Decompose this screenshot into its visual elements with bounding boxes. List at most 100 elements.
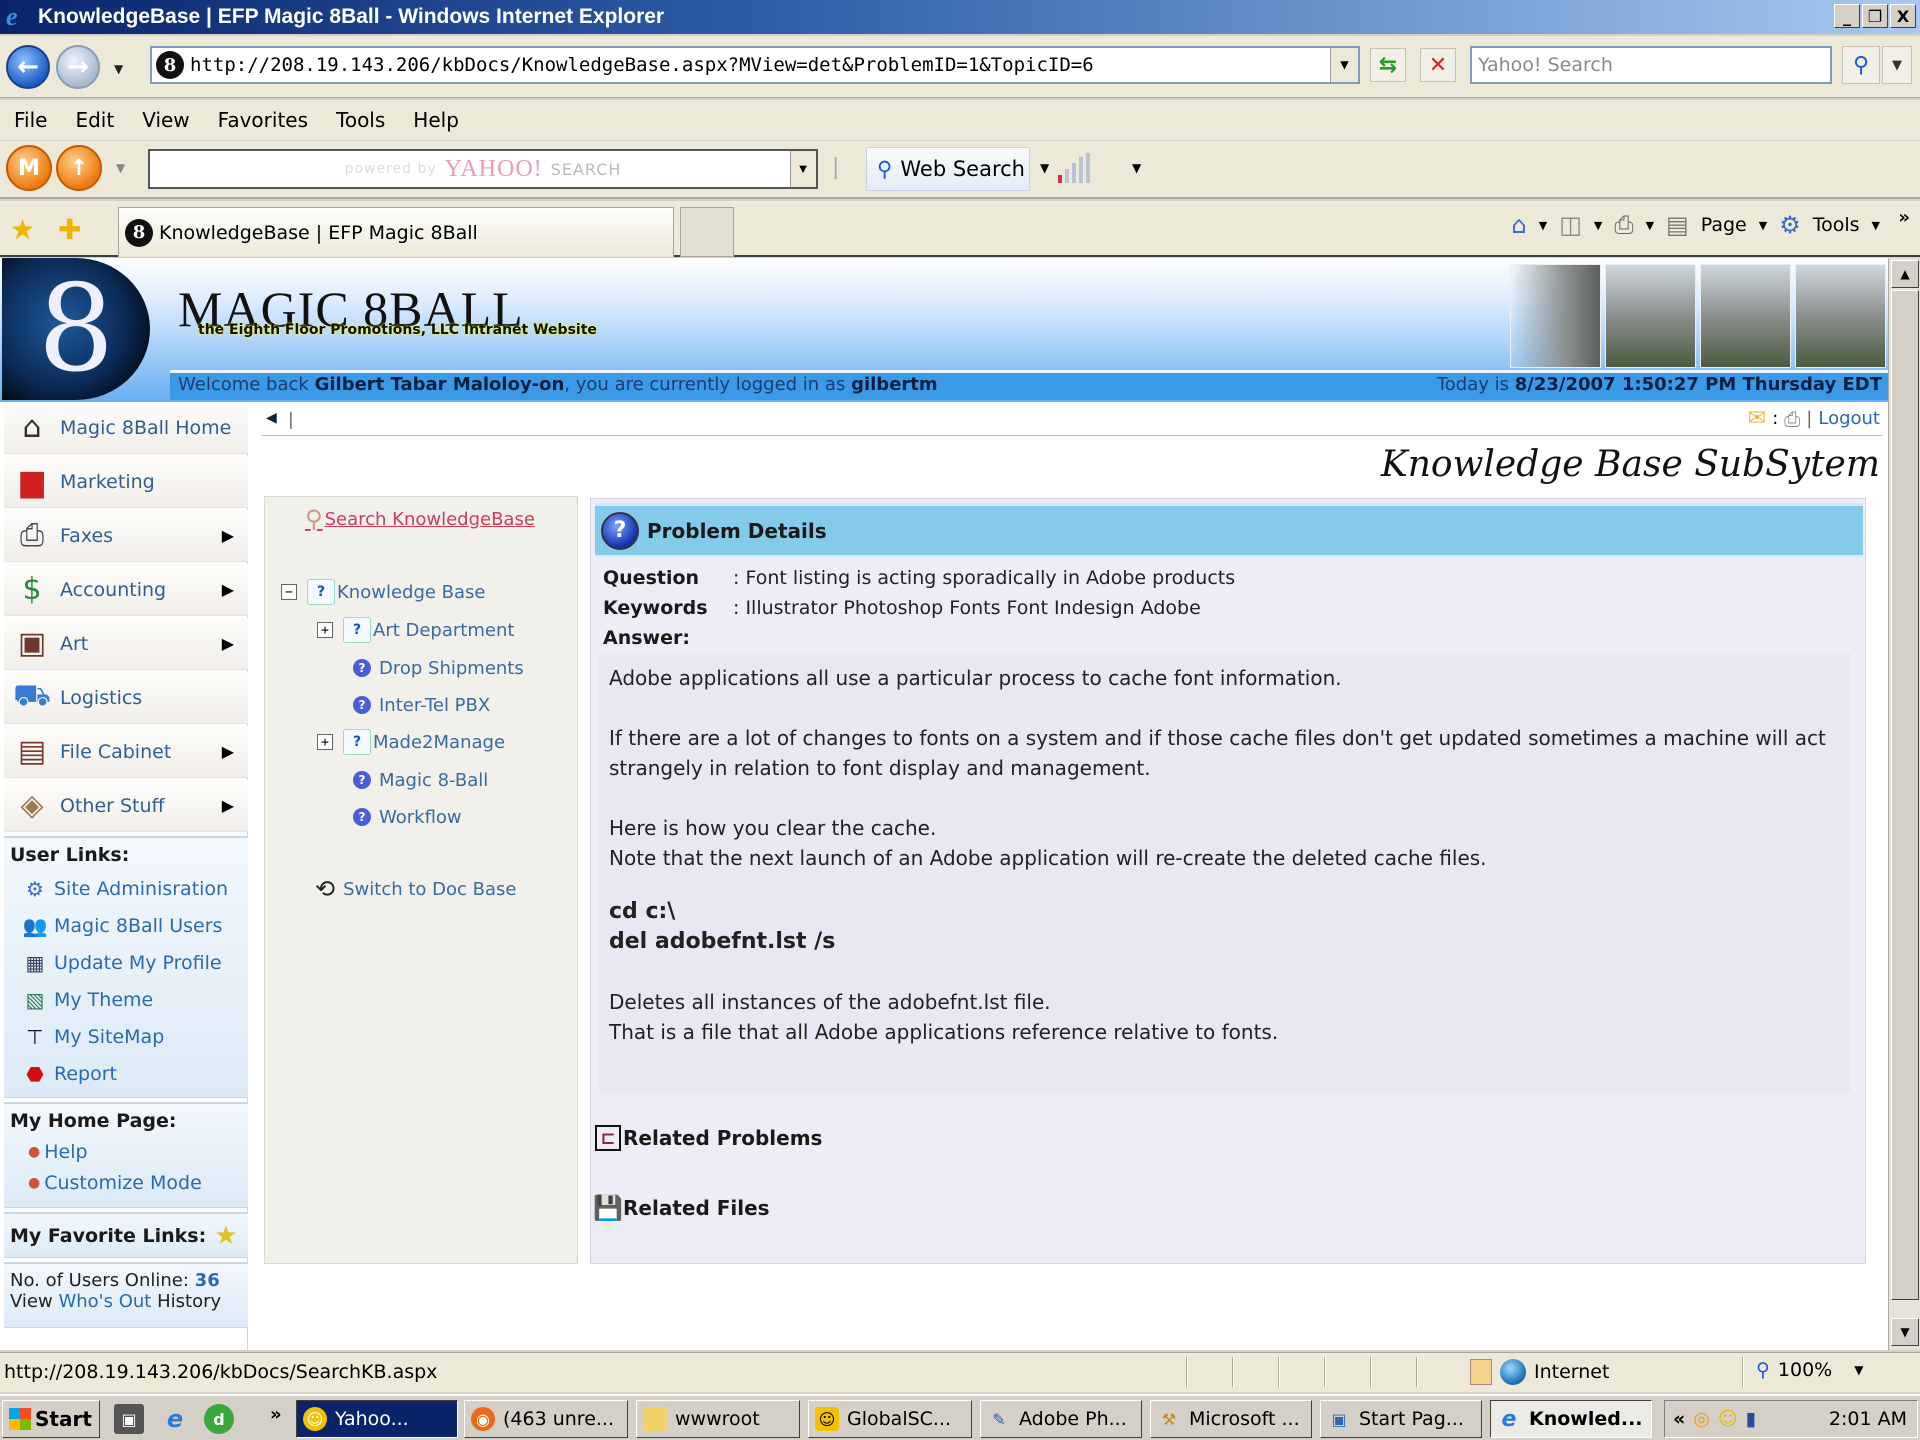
collapse-sidebar-icon[interactable]: ◀	[266, 410, 277, 426]
link-customize-mode[interactable]: ● Customize Mode	[10, 1167, 242, 1198]
link-magic-8ball-users[interactable]: 👥 Magic 8Ball Users	[10, 907, 242, 944]
refresh-button[interactable]: ⇆	[1370, 48, 1406, 82]
taskbar-item-adobe-photoshop[interactable]: ✎ Adobe Ph...	[980, 1400, 1142, 1438]
related-problems-section[interactable]: ⊏ Related Problems	[595, 1125, 822, 1151]
scroll-down-button[interactable]: ▼	[1891, 1318, 1919, 1346]
menu-view[interactable]: View	[140, 108, 191, 132]
signal-dropdown-icon[interactable]: ▼	[1132, 161, 1141, 175]
link-update-my-profile[interactable]: ▦ Update My Profile	[10, 944, 242, 981]
link-report[interactable]: ⬣ Report	[10, 1055, 242, 1092]
menu-tools[interactable]: Tools	[334, 108, 387, 132]
magic-8ball-logo[interactable]: 8	[2, 258, 150, 400]
signal-bars-icon[interactable]	[1058, 153, 1090, 183]
link-help[interactable]: ● Help	[10, 1136, 242, 1167]
system-clock[interactable]: 2:01 AM	[1829, 1408, 1907, 1430]
feed-dropdown-icon[interactable]: ▼	[1594, 219, 1602, 232]
tree-node-magic-8-ball[interactable]: ? Magic 8-Ball	[353, 765, 488, 795]
yahoo-search-input[interactable]: Yahoo! Search	[1470, 46, 1832, 84]
quicklaunch-more-icon[interactable]: »	[270, 1404, 282, 1425]
yahoo-toolbar-search-input[interactable]: powered by YAHOO! SEARCH ▼	[148, 149, 818, 189]
minimize-button[interactable]: _	[1834, 4, 1860, 28]
sidebar-item-logistics[interactable]: ⛟ Logistics	[4, 672, 248, 724]
sidebar-item-home[interactable]: ⌂ Magic 8Ball Home	[4, 402, 248, 454]
related-files-section[interactable]: 💾 Related Files	[593, 1194, 770, 1222]
link-my-sitemap[interactable]: ⊤ My SiteMap	[10, 1018, 242, 1055]
sidebar-item-faxes[interactable]: ⎙ Faxes ▶	[4, 510, 248, 562]
taskbar-item-microsoft[interactable]: ⚒ Microsoft ...	[1150, 1400, 1312, 1438]
web-search-button[interactable]: ⚲ Web Search	[866, 147, 1030, 191]
taskbar-item-yahoo[interactable]: ☺ Yahoo...	[296, 1400, 458, 1438]
printer-icon[interactable]: ⎙	[1784, 407, 1800, 431]
tree-node-inter-tel-pbx[interactable]: ? Inter-Tel PBX	[353, 690, 490, 720]
web-search-dropdown-icon[interactable]: ▼	[1040, 161, 1049, 175]
quicklaunch-desktop-icon[interactable]: ▣	[114, 1404, 144, 1434]
tray-messenger-icon[interactable]: ☺	[1718, 1408, 1738, 1430]
start-button[interactable]: Start	[2, 1400, 100, 1438]
switch-to-doc-base-link[interactable]: ⟲ Switch to Doc Base	[315, 875, 516, 903]
tree-node-drop-shipments[interactable]: ? Drop Shipments	[353, 653, 524, 683]
yahoo-search-dropdown-icon[interactable]: ▼	[790, 151, 816, 187]
tree-node-workflow[interactable]: ? Workflow	[353, 802, 462, 832]
taskbar-item-start-page[interactable]: ▣ Start Pag...	[1320, 1400, 1482, 1438]
sidebar-item-marketing[interactable]: ▆ Marketing	[4, 456, 248, 508]
sidebar-item-art[interactable]: ▣ Art ▶	[4, 618, 248, 670]
tray-expand-icon[interactable]: «	[1673, 1408, 1685, 1430]
menu-file[interactable]: File	[12, 108, 49, 132]
yahoo-menu-dropdown-icon[interactable]: ▼	[116, 161, 125, 175]
home-dropdown-icon[interactable]: ▼	[1539, 219, 1547, 232]
logout-link[interactable]: Logout	[1818, 408, 1880, 429]
url-dropdown-icon[interactable]: ▼	[1330, 48, 1358, 82]
sidebar-item-other-stuff[interactable]: ◈ Other Stuff ▶	[4, 780, 248, 832]
menu-favorites[interactable]: Favorites	[216, 108, 310, 132]
add-favorite-icon[interactable]: ✚	[58, 213, 81, 246]
print-dropdown-icon[interactable]: ▼	[1646, 219, 1654, 232]
scrollbar-thumb[interactable]	[1891, 290, 1919, 1300]
history-dropdown-icon[interactable]: ▼	[114, 62, 123, 76]
scroll-up-button[interactable]: ▲	[1891, 260, 1919, 288]
tree-node-knowledge-base[interactable]: − ? Knowledge Base	[281, 577, 486, 607]
rss-feed-icon[interactable]: ◫	[1559, 211, 1582, 239]
favorites-star-icon[interactable]: ★	[10, 213, 35, 246]
expand-icon[interactable]: +	[317, 622, 333, 638]
favorites-star-icon[interactable]: ★	[214, 1221, 237, 1251]
print-icon[interactable]: ⎙	[1614, 211, 1633, 239]
sidebar-item-accounting[interactable]: $ Accounting ▶	[4, 564, 248, 616]
tray-clock-app-icon[interactable]: ◎	[1693, 1408, 1710, 1430]
quicklaunch-app-icon[interactable]: d	[204, 1404, 234, 1434]
mail-envelope-icon[interactable]: ✉	[1748, 406, 1766, 431]
tools-menu[interactable]: Tools	[1813, 214, 1860, 236]
sidebar-item-file-cabinet[interactable]: ▤ File Cabinet ▶	[4, 726, 248, 778]
security-zone[interactable]: Internet	[1470, 1359, 1609, 1385]
vertical-scrollbar[interactable]: ▲ ▼	[1888, 258, 1920, 1350]
tree-node-art-department[interactable]: + ? Art Department	[317, 615, 514, 645]
yahoo-mail-button[interactable]: M	[6, 145, 52, 191]
new-tab-button[interactable]	[680, 207, 734, 257]
tray-network-icon[interactable]: ▮	[1746, 1408, 1756, 1430]
zoom-control[interactable]: ⚲ 100% ▼	[1756, 1359, 1863, 1381]
stop-button[interactable]: ✕	[1420, 48, 1456, 82]
taskbar-item-wwwroot[interactable]: wwwroot	[636, 1400, 800, 1438]
page-menu[interactable]: Page	[1701, 214, 1747, 236]
close-button[interactable]: X	[1890, 4, 1916, 28]
link-my-theme[interactable]: ▧ My Theme	[10, 981, 242, 1018]
back-button[interactable]: ←	[6, 45, 50, 89]
taskbar-item-email[interactable]: ◉ (463 unre...	[464, 1400, 628, 1438]
restore-button[interactable]: ❐	[1862, 4, 1888, 28]
tree-node-made2manage[interactable]: + ? Made2Manage	[317, 727, 505, 757]
search-go-button[interactable]: ⚲	[1842, 46, 1880, 84]
page-dropdown-icon[interactable]: ▼	[1759, 219, 1767, 232]
chevron-more-icon[interactable]: »	[1898, 207, 1910, 228]
search-options-dropdown[interactable]: ▼	[1882, 46, 1912, 84]
collapse-icon[interactable]: −	[281, 584, 297, 600]
whos-out-link[interactable]: Who's Out	[58, 1291, 151, 1312]
taskbar-item-globalsc[interactable]: ☺ GlobalSC...	[808, 1400, 972, 1438]
url-field[interactable]: 8 http://208.19.143.206/kbDocs/Knowledge…	[150, 46, 1360, 84]
quicklaunch-ie-icon[interactable]: e	[160, 1404, 190, 1434]
home-icon[interactable]: ⌂	[1512, 211, 1527, 239]
tab-knowledgebase[interactable]: 8 KnowledgeBase | EFP Magic 8Ball	[118, 207, 674, 257]
taskbar-item-knowledgebase[interactable]: e Knowled...	[1490, 1400, 1652, 1438]
forward-button[interactable]: →	[56, 45, 100, 89]
expand-icon[interactable]: +	[317, 734, 333, 750]
tools-dropdown-icon[interactable]: ▼	[1872, 219, 1880, 232]
link-site-administration[interactable]: ⚙ Site Adminisration	[10, 870, 242, 907]
